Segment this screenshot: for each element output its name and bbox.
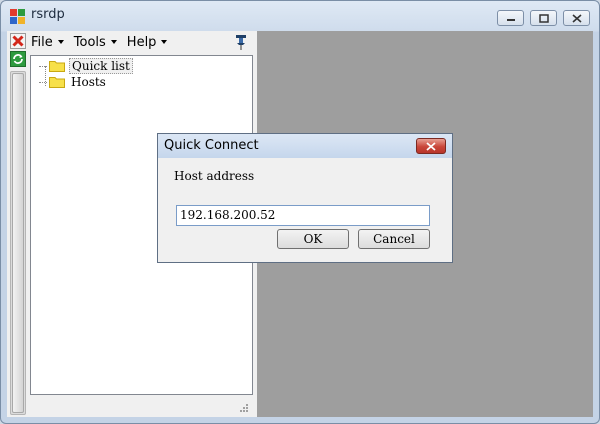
left-toolbar [7, 31, 29, 417]
tree-item-quick-list[interactable]: Quick list [39, 58, 133, 74]
dialog-close-button[interactable] [416, 138, 446, 154]
ok-button[interactable]: OK [277, 229, 349, 249]
cancel-button[interactable]: Cancel [358, 229, 430, 249]
menu-file[interactable]: File [31, 35, 64, 50]
status-bar [30, 395, 253, 417]
title-bar[interactable]: rsrdp [1, 1, 599, 31]
app-icon [10, 9, 25, 24]
menu-help[interactable]: Help [127, 35, 168, 50]
close-icon [426, 141, 436, 151]
tree-item-hosts[interactable]: Hosts [39, 74, 108, 90]
dialog-title: Quick Connect [164, 138, 259, 153]
folder-icon [49, 61, 65, 72]
maximize-icon [538, 13, 549, 23]
tree-item-label: Quick list [69, 58, 133, 74]
tree-item-label: Hosts [71, 75, 106, 89]
left-scrollbar[interactable] [10, 71, 26, 415]
quick-connect-dialog: Quick Connect Host address 192.168.200.5… [157, 133, 453, 263]
resize-grip-icon[interactable] [239, 403, 249, 413]
host-address-input[interactable]: 192.168.200.52 [176, 205, 430, 226]
close-button[interactable] [563, 10, 590, 26]
minimize-icon [506, 19, 515, 21]
window-title: rsrdp [31, 7, 65, 22]
pin-icon[interactable] [235, 34, 247, 50]
red-x-icon[interactable] [10, 33, 26, 49]
close-icon [571, 13, 582, 23]
chevron-down-icon [57, 40, 64, 44]
menu-tools[interactable]: Tools [74, 35, 117, 50]
green-refresh-icon[interactable] [10, 51, 26, 67]
maximize-button[interactable] [530, 10, 557, 26]
scroll-thumb[interactable] [12, 73, 24, 413]
minimize-button[interactable] [497, 10, 524, 26]
tree-connector [39, 65, 47, 67]
dialog-title-bar[interactable]: Quick Connect [158, 134, 452, 158]
menu-bar: File Tools Help [31, 33, 177, 51]
tree-connector [39, 81, 47, 83]
chevron-down-icon [110, 40, 117, 44]
folder-icon [49, 77, 65, 88]
host-address-label: Host address [174, 169, 255, 183]
chevron-down-icon [161, 40, 168, 44]
